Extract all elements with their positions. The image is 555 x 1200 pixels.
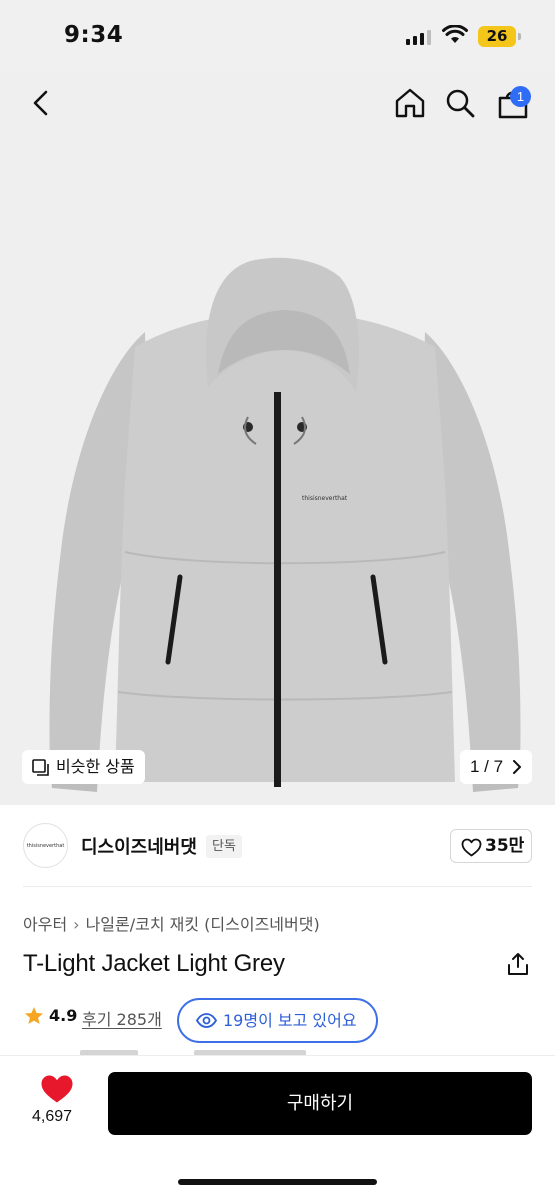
back-icon[interactable] [26,88,56,118]
product-jacket-image: thisisneverthat [49,257,521,792]
brand-logo[interactable]: thisisneverthat [23,823,68,868]
heart-filled-icon[interactable] [40,1074,74,1104]
breadcrumb-chevron-icon: › [73,915,80,934]
exclusive-tag: 단독 [206,835,242,858]
cart-count-badge: 1 [510,86,531,107]
similar-products-label: 비슷한 상품 [56,757,135,776]
review-count-link[interactable]: 후기 285개 [82,1006,162,1030]
brand-name[interactable]: 디스이즈네버댓 [81,833,197,859]
share-icon[interactable] [506,952,530,976]
star-icon [25,1007,43,1024]
cellular-signal-icon [406,29,431,45]
home-icon[interactable] [394,87,426,119]
wifi-icon [442,25,468,43]
heart-outline-icon [461,838,482,857]
battery-indicator: 26 [478,26,516,47]
breadcrumb: 아우터 › 나일론/코치 재킷 (디스이즈네버댓) [23,911,320,935]
status-time: 9:34 [64,22,124,48]
similar-products-icon [32,759,49,776]
viewers-text: 19명이 보고 있어요 [223,1011,357,1030]
brand-like-button[interactable]: 35만 [450,829,532,863]
image-pager-text: 1 / 7 [470,757,504,776]
breadcrumb-subcategory[interactable]: 나일론/코치 재킷 (디스이즈네버댓) [86,915,320,934]
brand-like-count: 35만 [485,836,525,856]
buy-button[interactable]: 구매하기 [108,1072,532,1135]
status-bar: 9:34 26 [0,0,555,72]
product-image-gallery[interactable]: thisisneverthat [0,72,555,805]
eye-icon [196,1013,217,1028]
section-divider [23,886,532,887]
jacket-logo-text: thisisneverthat [302,495,348,502]
search-icon[interactable] [445,88,475,118]
wish-count: 4,697 [32,1108,73,1125]
home-indicator [178,1179,377,1185]
battery-tip [518,33,521,40]
product-title: T-Light Jacket Light Grey [23,950,285,977]
chevron-right-icon [513,760,521,774]
image-pager[interactable]: 1 / 7 [460,750,532,784]
rating-value: 4.9 [49,1006,78,1025]
breadcrumb-category[interactable]: 아우터 [23,915,67,934]
similar-products-button[interactable]: 비슷한 상품 [22,750,145,784]
viewers-badge[interactable]: 19명이 보고 있어요 [177,998,378,1043]
